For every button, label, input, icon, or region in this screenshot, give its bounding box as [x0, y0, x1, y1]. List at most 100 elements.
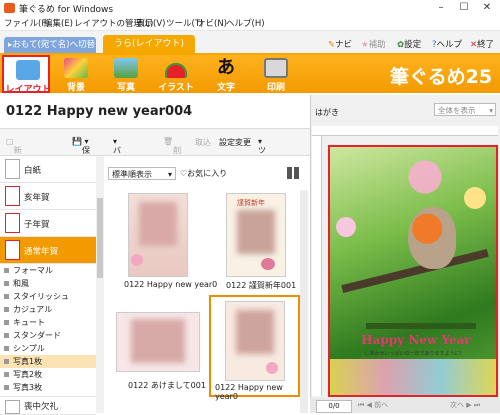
prev-page-button[interactable]: ⏮ ◀ 前へ: [358, 400, 388, 410]
menu-navi[interactable]: ナビ(N): [197, 17, 227, 29]
document-icon: [5, 240, 20, 260]
sidebar-item-mourning[interactable]: 喪中欠礼: [0, 396, 96, 415]
toolbar-photo[interactable]: 写真: [102, 55, 150, 93]
sidebar-subitem[interactable]: シンプル: [0, 342, 96, 355]
sidebar-item-label: 通常年賀: [24, 247, 59, 257]
next-label: 次へ: [450, 401, 464, 409]
sidebar-subitem-label: 写真3枚: [13, 383, 43, 392]
window-title: 筆ぐるめ for Windows: [19, 5, 114, 15]
thumbnail-caption: 0122 謹賀新年001: [226, 281, 297, 290]
menu-view[interactable]: 表示(V): [136, 17, 165, 29]
settings-change-button[interactable]: 設定変更: [219, 137, 251, 148]
sidebar-subitem-photo1[interactable]: 写真1枚: [0, 355, 96, 368]
delete-button[interactable]: 🗑削除: [163, 137, 181, 166]
toolbar-print[interactable]: 印刷: [252, 55, 300, 93]
sidebar-subitem[interactable]: カジュアル: [0, 303, 96, 316]
printer-icon: [264, 58, 288, 78]
tab-front-switch[interactable]: ▸おもて(宛て名)へ切替: [4, 37, 96, 53]
sidebar-scrollbar[interactable]: [96, 156, 104, 413]
sidebar-subitem[interactable]: 写真3枚: [0, 381, 96, 394]
favorites-label: お気に入り: [187, 169, 228, 178]
new-layout-button[interactable]: ▢新規レイアウト: [6, 137, 22, 221]
sidebar-subitem[interactable]: スタンダード: [0, 329, 96, 342]
menu-edit[interactable]: 編集(E): [44, 17, 73, 29]
gallery-scrollbar[interactable]: [300, 190, 308, 413]
settings-label: 設定: [404, 40, 422, 50]
brand-logo: 筆ぐるめ25: [390, 66, 493, 88]
scrollbar-thumb[interactable]: [97, 198, 103, 278]
navi-button[interactable]: ✎ナビ: [328, 38, 352, 50]
sidebar-subitem[interactable]: スタイリッシュ: [0, 290, 96, 303]
help-label: ヘルプ: [436, 40, 463, 50]
template-thumbnail[interactable]: 謹賀新年: [226, 193, 286, 277]
bullet-icon: [4, 385, 9, 390]
sidebar-item-regular-new-year[interactable]: 通常年賀: [0, 237, 96, 264]
sidebar-subitem[interactable]: フォーマル: [0, 264, 96, 277]
toolbar-background-label: 背景: [66, 83, 85, 93]
tab-back-layout[interactable]: うら(レイアウト): [103, 35, 195, 53]
postcard-preview[interactable]: Happy New Year しあわせいっぱいの一年でありますように!: [328, 145, 498, 397]
ribbon-decoration: [330, 359, 496, 395]
backup-button[interactable]: バックアップ ▾: [113, 137, 121, 210]
zoom-dropdown[interactable]: 全体を表示 ▾: [434, 103, 496, 116]
minimize-button[interactable]: –: [432, 1, 450, 14]
exit-button[interactable]: ✕終了: [470, 38, 494, 50]
import-button[interactable]: 取込: [195, 137, 211, 148]
toolbar-print-label: 印刷: [266, 83, 285, 93]
category-sidebar: 白紙 亥年賀 子年賀 通常年賀 フォーマル 和風 スタイリッシュ カジュアル キ…: [0, 156, 101, 415]
zoom-dropdown-value: 全体を表示: [438, 106, 476, 115]
next-page-button[interactable]: 次へ ▶ ⏭: [450, 400, 480, 410]
template-thumbnail[interactable]: [128, 193, 188, 277]
flower-decoration: [336, 217, 356, 237]
blurred-photo: [139, 202, 177, 246]
sidebar-item-label: 亥年賀: [24, 193, 50, 203]
toolbar-text[interactable]: あ 文字: [202, 55, 250, 94]
bullet-icon: [4, 333, 9, 338]
tab-front-label: おもて(宛て名)へ切替: [12, 40, 96, 50]
branch: [366, 323, 476, 329]
paper-type-label: はがき: [315, 108, 339, 117]
flower-icon: [261, 258, 275, 270]
favorites-toggle[interactable]: ♡お気に入り: [180, 168, 227, 179]
sidebar-subitem[interactable]: 写真2枚: [0, 368, 96, 381]
sidebar-subitem-label: 写真2枚: [13, 370, 43, 379]
toolbar-illustration[interactable]: イラスト: [152, 55, 200, 93]
menu-file[interactable]: ファイル(F): [4, 17, 50, 29]
sidebar-item-boar-year[interactable]: 亥年賀: [0, 183, 96, 210]
sidebar-subitem-label: キュート: [13, 318, 45, 327]
template-thumbnail[interactable]: [116, 312, 200, 372]
sidebar-subitem[interactable]: キュート: [0, 316, 96, 329]
toolbar-background[interactable]: 背景: [52, 55, 100, 93]
menu-help[interactable]: ヘルプ(H): [226, 17, 265, 29]
settings-button[interactable]: ✿設定: [397, 38, 421, 50]
sidebar-item-rat-year[interactable]: 子年賀: [0, 210, 96, 237]
background-icon: [64, 58, 88, 78]
sidebar-item-label: 子年賀: [24, 220, 50, 230]
grid-view-icon[interactable]: [287, 167, 299, 179]
sidebar-subitem-label: スタイリッシュ: [13, 292, 69, 301]
help-button[interactable]: ?ヘルプ: [432, 38, 462, 50]
flower-icon: [131, 254, 143, 266]
app-icon: [4, 3, 15, 13]
assist-button[interactable]: ★補助: [361, 38, 386, 50]
sidebar-subitem-label: スタンダード: [13, 331, 61, 340]
title-bar: 筆ぐるめ for Windows – ☐ ✕: [0, 0, 500, 17]
thumbnail-caption: 0122 Happy new year0: [215, 383, 283, 401]
sidebar-subitem[interactable]: 和風: [0, 277, 96, 290]
menu-bar: ファイル(F) 編集(E) レイアウトの管理(L) 表示(V) ツール(T) ナ…: [0, 16, 500, 31]
template-thumbnail-selected[interactable]: 0122 Happy new year0: [209, 295, 300, 401]
sort-dropdown[interactable]: 標準順表示 ▾: [108, 167, 176, 180]
sidebar-subitem-label: 写真1枚: [13, 357, 43, 366]
maximize-button[interactable]: ☐: [455, 1, 473, 14]
tab-bar: ▸おもて(宛て名)へ切替 うら(レイアウト): [0, 31, 500, 55]
thumbnail-caption: 0122 Happy new year0: [124, 280, 218, 289]
bullet-icon: [4, 346, 9, 351]
sidebar-item-blank[interactable]: 白紙: [0, 156, 96, 183]
photo-icon: [114, 58, 138, 78]
text-icon: あ: [217, 57, 235, 78]
save-button[interactable]: 💾保存 ▾: [72, 137, 90, 166]
close-button[interactable]: ✕: [478, 1, 496, 14]
toolbar-layout[interactable]: レイアウト: [2, 55, 51, 95]
tools-button[interactable]: ツール ▾: [258, 137, 266, 177]
toolbar-illustration-label: イラスト: [158, 83, 194, 93]
